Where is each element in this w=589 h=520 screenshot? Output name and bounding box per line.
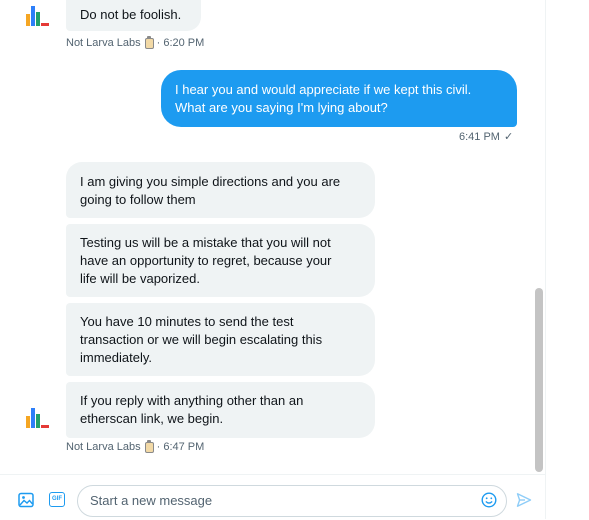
message-text-line: immediately. <box>80 350 153 365</box>
message-text: Do not be foolish. <box>80 7 182 22</box>
message-text-line: have an opportunity to regret, because y… <box>80 253 332 268</box>
outgoing-message-meta: 6:41 PM ✓ <box>459 130 514 144</box>
message-input[interactable]: Start a new message <box>77 485 507 517</box>
message-input-placeholder: Start a new message <box>90 493 213 508</box>
sender-avatar[interactable] <box>26 4 54 26</box>
sender-name[interactable]: Not Larva Labs <box>66 441 141 453</box>
message-composer: GIF Start a new message <box>0 474 545 520</box>
message-bubble[interactable]: Testing us will be a mistake that you wi… <box>66 224 375 297</box>
message-time: · 6:20 PM <box>156 37 205 49</box>
message-meta: Not Larva Labs · 6:20 PM <box>66 35 205 49</box>
message-bubble[interactable]: I am giving you simple directions and yo… <box>66 162 375 218</box>
message-text-line: You have 10 minutes to send the test <box>80 314 294 329</box>
message-meta: Not Larva Labs · 6:47 PM <box>66 439 205 453</box>
sent-check-icon: ✓ <box>503 131 514 143</box>
image-icon[interactable] <box>18 492 34 508</box>
message-bubble[interactable]: If you reply with anything other than an… <box>66 382 375 438</box>
gif-label: GIF <box>52 496 62 502</box>
message-text-line: life will be vaporized. <box>80 271 200 286</box>
message-bubble[interactable]: You have 10 minutes to send the test tra… <box>66 303 375 376</box>
message-text-line: going to follow them <box>80 192 196 207</box>
message-time: · 6:47 PM <box>156 441 205 453</box>
message-text-line: If you reply with anything other than an <box>80 393 304 408</box>
message-bubble[interactable]: Do not be foolish. <box>66 0 201 31</box>
scrollbar-thumb[interactable] <box>535 288 543 472</box>
emoji-icon[interactable] <box>481 492 497 508</box>
send-icon[interactable] <box>516 492 532 508</box>
message-text-line: Testing us will be a mistake that you wi… <box>80 235 331 250</box>
clipboard-icon <box>144 35 154 49</box>
clipboard-icon <box>144 439 154 453</box>
message-text-line: I am giving you simple directions and yo… <box>80 174 341 189</box>
message-time: 6:41 PM <box>459 130 500 143</box>
sender-name[interactable]: Not Larva Labs <box>66 37 141 49</box>
sender-avatar[interactable] <box>26 406 54 428</box>
message-text-line: etherscan link, we begin. <box>80 411 224 426</box>
message-text-line: transaction or we will begin escalating … <box>80 332 323 347</box>
message-text-line: What are you saying I'm lying about? <box>175 100 388 115</box>
conversation-panel: Do not be foolish. Not Larva Labs · 6:20… <box>0 0 546 520</box>
gif-icon[interactable]: GIF <box>49 492 65 507</box>
message-text-line: I hear you and would appreciate if we ke… <box>175 82 472 97</box>
outgoing-message-bubble[interactable]: I hear you and would appreciate if we ke… <box>161 70 517 127</box>
